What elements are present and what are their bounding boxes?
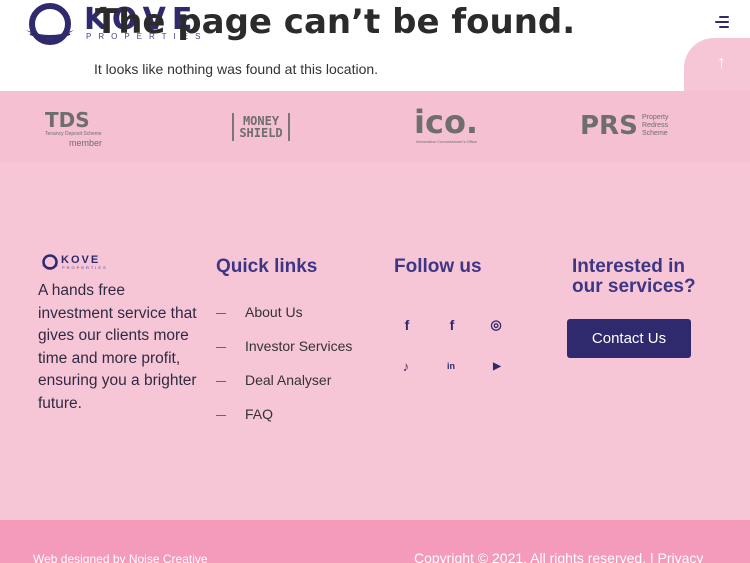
instagram-icon[interactable]: ◎ — [485, 314, 507, 336]
interested-heading: Interested in our services? — [572, 256, 696, 297]
quick-link-label[interactable]: FAQ — [245, 406, 273, 422]
footer-tagline: A hands free investment service that giv… — [38, 282, 197, 412]
partner-logos: TDS Tenancy Deposit Scheme member MONEY … — [0, 91, 750, 162]
prs-logo: PRS Property Redress Scheme — [580, 111, 680, 145]
bottom-bar: Web designed by Noise Creative Copyright… — [0, 520, 750, 563]
footer-logo-emblem-icon — [41, 254, 59, 270]
dash-icon — [216, 415, 226, 416]
tds-logo: TDS Tenancy Deposit Scheme member — [45, 108, 115, 148]
prs-logo-subtext: Property Redress Scheme — [642, 114, 668, 138]
ico-logo: ico. Information Commissioner's Office — [414, 103, 478, 147]
tiktok-icon[interactable]: ♪ — [395, 355, 417, 377]
tds-logo-subtext: Tenancy Deposit Scheme — [45, 131, 102, 137]
quick-links-list: About Us Investor Services Deal Analyser… — [216, 304, 352, 440]
error-message: It looks like nothing was found at this … — [94, 61, 379, 77]
ico-logo-text: ico. — [414, 103, 479, 141]
footer-logo-subtext: PROPERTIES — [62, 265, 108, 270]
money-shield-logo: MONEY SHIELD — [232, 113, 290, 141]
quick-link-deal-analyser[interactable]: Deal Analyser — [216, 372, 352, 406]
menu-icon[interactable] — [707, 13, 729, 31]
follow-us-heading: Follow us — [394, 256, 482, 277]
prs-logo-text: PRS — [580, 111, 638, 141]
footer-logo[interactable]: KOVE PROPERTIES — [39, 254, 114, 272]
prs-sub-line2: Redress — [642, 122, 669, 129]
contact-us-button[interactable]: Contact Us — [567, 319, 691, 358]
quick-link-about-us[interactable]: About Us — [216, 304, 352, 338]
quick-link-label[interactable]: Deal Analyser — [245, 372, 331, 388]
quick-link-label[interactable]: About Us — [245, 304, 303, 320]
quick-links-heading: Quick links — [216, 256, 318, 277]
youtube-icon[interactable]: ▶ — [486, 355, 508, 377]
arrow-up-icon: ↑ — [717, 52, 726, 72]
dash-icon — [216, 381, 226, 382]
logo-emblem-icon — [26, 3, 74, 45]
copyright-text: Copyright © 2021. All rights reserved. |… — [414, 550, 704, 563]
facebook-icon[interactable]: f — [396, 314, 418, 336]
dash-icon — [216, 347, 226, 348]
designer-credit[interactable]: Web designed by Noise Creative — [33, 552, 208, 563]
quick-link-label[interactable]: Investor Services — [245, 338, 352, 354]
prs-sub-line3: Scheme — [642, 130, 668, 137]
dash-icon — [216, 313, 226, 314]
linkedin-icon[interactable]: in — [440, 355, 462, 377]
prs-sub-line1: Property — [642, 114, 669, 121]
money-shield-line2: SHIELD — [239, 126, 283, 140]
tds-member-text: member — [69, 138, 103, 148]
tds-logo-text: TDS — [45, 108, 90, 132]
quick-link-investor-services[interactable]: Investor Services — [216, 338, 352, 372]
quick-link-faq[interactable]: FAQ — [216, 406, 352, 440]
facebook-icon[interactable]: f — [441, 314, 463, 336]
ico-logo-subtext: Information Commissioner's Office — [416, 139, 477, 144]
header: KOVE PROPERTIES The page can’t be found.… — [0, 0, 750, 91]
page-title: The page can’t be found. — [95, 2, 576, 42]
